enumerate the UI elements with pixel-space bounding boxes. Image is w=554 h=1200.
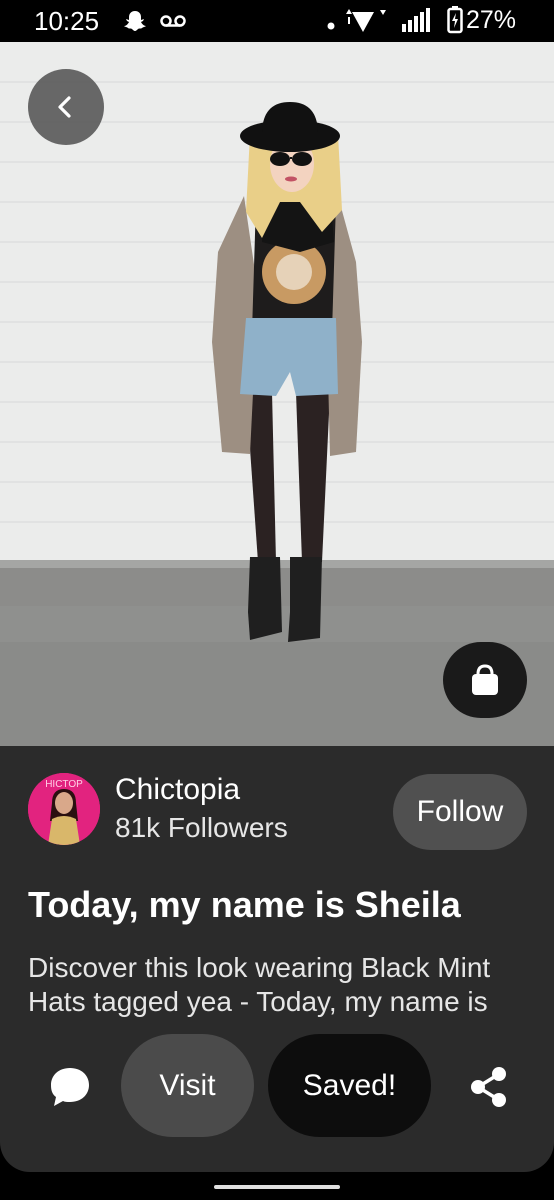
status-time: 10:25 [34, 6, 100, 36]
dot-icon [327, 17, 335, 35]
share-button[interactable] [466, 1064, 512, 1110]
comment-button[interactable] [46, 1062, 94, 1110]
comment-icon [51, 1068, 89, 1106]
voicemail-icon [160, 14, 186, 33]
share-icon [471, 1067, 506, 1107]
wifi-icon [344, 8, 388, 39]
creator-followers: 81k Followers [115, 812, 288, 843]
creator-name[interactable]: Chictopia [115, 773, 240, 807]
signal-icon [402, 8, 432, 37]
battery-icon [447, 6, 463, 39]
saved-button[interactable]: Saved! [268, 1034, 431, 1137]
visit-button[interactable]: Visit [121, 1034, 254, 1137]
back-button[interactable] [28, 69, 104, 145]
pin-description-container: Discover this look wearing Black Mint Ha… [28, 951, 528, 1021]
follow-button[interactable]: Follow [393, 774, 527, 850]
pin-description: Discover this look wearing Black Mint Ha… [28, 952, 491, 1021]
pin-image[interactable] [0, 42, 554, 746]
shopping-bag-icon [472, 664, 498, 695]
snapchat-icon [122, 9, 148, 38]
home-indicator[interactable] [214, 1185, 340, 1189]
pin-title: Today, my name is Sheila [28, 884, 461, 925]
avatar-text: HICTOP [45, 779, 83, 790]
shop-button[interactable] [443, 642, 527, 718]
chevron-left-icon [58, 96, 71, 118]
battery-percent: 27% [466, 6, 517, 34]
status-bar: 10:25 27% [0, 0, 554, 42]
avatar[interactable]: HICTOP [28, 773, 100, 845]
